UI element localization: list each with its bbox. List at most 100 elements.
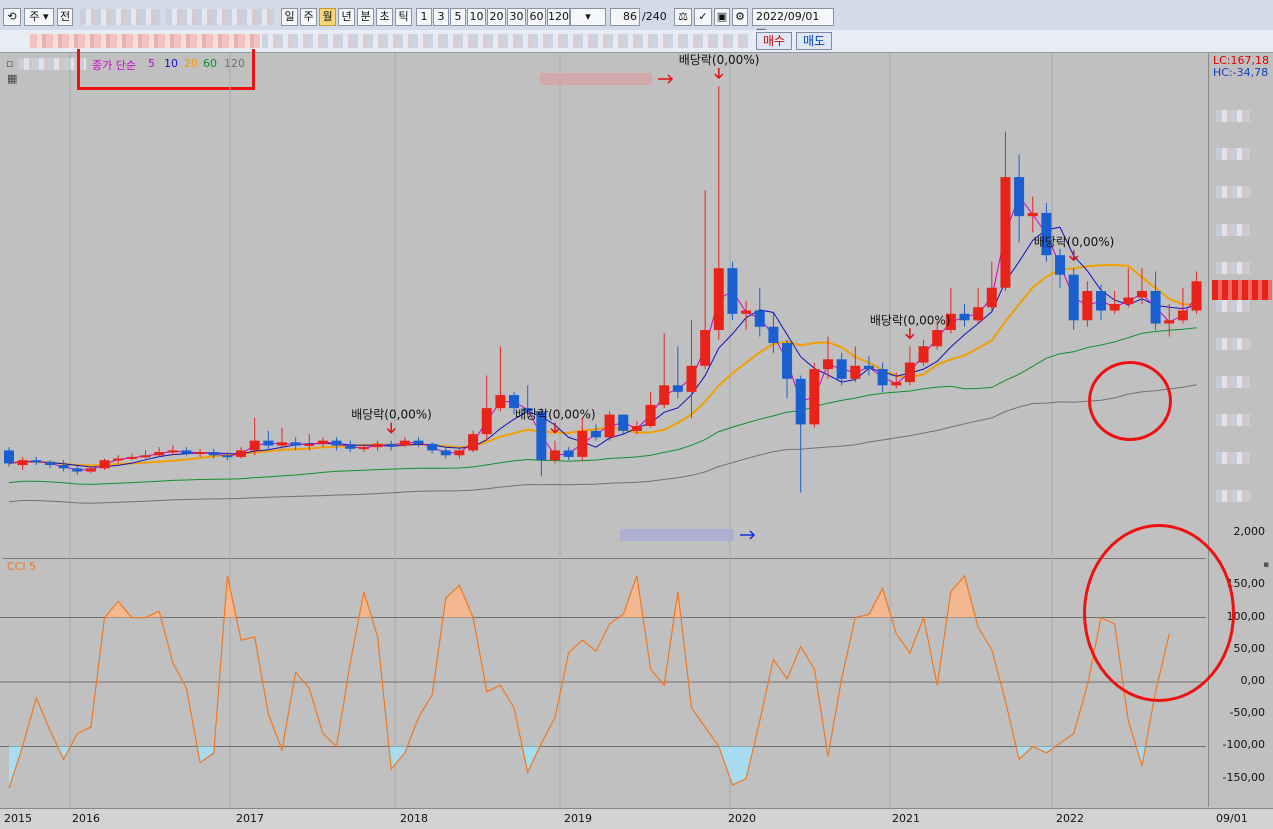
- price-tick-blurred: [1216, 262, 1250, 274]
- date-input[interactable]: 2022/09/01 ▤: [752, 8, 834, 26]
- price-tick-blurred: [1216, 452, 1250, 464]
- prev-button[interactable]: 전: [57, 8, 73, 26]
- interval-20-button[interactable]: 20: [487, 8, 506, 26]
- candle-body: [878, 369, 888, 385]
- candle-body: [86, 468, 96, 471]
- candle-body: [796, 379, 806, 425]
- candle-body: [427, 444, 437, 451]
- price-tick-blurred: [1216, 186, 1250, 198]
- sell-button[interactable]: 매도: [796, 32, 832, 50]
- interval-120-button[interactable]: 120: [547, 8, 570, 26]
- save-icon[interactable]: ▣: [714, 8, 730, 26]
- count-input[interactable]: 86: [610, 8, 640, 26]
- interval-30-button[interactable]: 30: [507, 8, 526, 26]
- buy-button[interactable]: 매수: [756, 32, 792, 50]
- dividend-arrow: [715, 68, 723, 78]
- candle-body: [236, 450, 246, 457]
- compare-icon[interactable]: ⚖: [674, 8, 692, 26]
- price-info-blurred: [30, 34, 260, 48]
- period-1-button[interactable]: 주: [300, 8, 317, 26]
- interval-10-button[interactable]: 10: [467, 8, 486, 26]
- period-0-button[interactable]: 일: [281, 8, 298, 26]
- candle-body: [973, 307, 983, 320]
- price-tick-blurred: [1216, 376, 1250, 388]
- max-price-label-blurred: [540, 73, 652, 85]
- period-3-button[interactable]: 년: [338, 8, 355, 26]
- candle-body: [618, 415, 628, 431]
- candle-body: [960, 314, 970, 321]
- cci-tick: -100,00: [1223, 738, 1265, 751]
- cci-tick: -50,00: [1230, 706, 1265, 719]
- min-arrow: [740, 531, 754, 539]
- ma60-line: [9, 328, 1197, 485]
- candle-body: [509, 395, 519, 408]
- period-2-button[interactable]: 월: [319, 8, 336, 26]
- candle-body: [127, 457, 137, 459]
- cci-tick: 0,00: [1241, 674, 1266, 687]
- top-toolbar: ⟲ 주 ▾ 전 일주월년분초틱 13510203060120 ▾ 86 /240…: [0, 0, 1273, 31]
- interval-5-button[interactable]: 5: [450, 8, 466, 26]
- price-tick-blurred: [1216, 414, 1250, 426]
- candle-body: [72, 468, 82, 471]
- candle-body: [577, 431, 587, 457]
- ma20-line: [9, 265, 1197, 466]
- period-4-button[interactable]: 분: [357, 8, 374, 26]
- interval-60-button[interactable]: 60: [527, 8, 546, 26]
- candle-body: [1192, 281, 1202, 310]
- candle-body: [18, 460, 28, 465]
- candle-body: [359, 447, 369, 449]
- cci-tick: 50,00: [1234, 642, 1266, 655]
- annotation-circle-cci: [1083, 524, 1235, 702]
- candle-body: [768, 327, 778, 343]
- x-tick: 2021: [892, 812, 920, 825]
- candle-body: [1000, 177, 1010, 288]
- interval-1-button[interactable]: 1: [416, 8, 432, 26]
- candle-body: [304, 444, 314, 446]
- candle-body: [1151, 291, 1161, 324]
- candle-body: [659, 385, 669, 405]
- candle-body: [837, 359, 847, 379]
- type-select-value: 주: [29, 10, 39, 23]
- interval-select[interactable]: ▾: [570, 8, 606, 26]
- stock-name-field[interactable]: [80, 9, 160, 25]
- candle-body: [1137, 291, 1147, 298]
- candle-body: [400, 441, 410, 446]
- candle-body: [113, 459, 123, 461]
- panel-close-icon[interactable]: ▪: [1263, 560, 1269, 570]
- candle-body: [550, 450, 560, 460]
- interval-3-button[interactable]: 3: [433, 8, 449, 26]
- candle-body: [468, 434, 478, 450]
- max-arrow: [658, 75, 672, 83]
- candle-body: [1178, 311, 1188, 321]
- price-tick-blurred: [1216, 224, 1250, 236]
- min-price-label-blurred: [620, 529, 734, 541]
- candle-body: [195, 452, 205, 454]
- candle-body: [209, 452, 219, 455]
- quote-info-blurred: [262, 34, 752, 48]
- gear-icon[interactable]: ⚙: [732, 8, 748, 26]
- x-tick: 2017: [236, 812, 264, 825]
- candle-body: [741, 311, 751, 314]
- indicator-icon[interactable]: ✓: [694, 8, 712, 26]
- price-tick-blurred: [1216, 338, 1250, 350]
- candle-body: [755, 311, 765, 327]
- x-axis: 2015201620172018201920202021202209/01: [0, 808, 1273, 829]
- candle-body: [4, 450, 14, 463]
- type-select[interactable]: 주 ▾: [24, 8, 54, 26]
- period-6-button[interactable]: 틱: [395, 8, 412, 26]
- cci-fill: [951, 576, 965, 618]
- cci-fill: [446, 585, 460, 617]
- dividend-label: 배당락(0,00%): [679, 53, 760, 67]
- candle-body: [1055, 255, 1065, 275]
- candle-body: [932, 330, 942, 346]
- candle-body: [727, 268, 737, 314]
- candle-body: [291, 442, 301, 445]
- candle-body: [905, 363, 915, 383]
- period-5-button[interactable]: 초: [376, 8, 393, 26]
- chart-type-icon[interactable]: ⟲: [3, 8, 21, 26]
- candle-body: [673, 385, 683, 392]
- candle-body: [168, 450, 178, 452]
- dividend-label: 배당락(0,00%): [870, 313, 951, 327]
- candle-body: [454, 450, 464, 455]
- candle-body: [591, 431, 601, 438]
